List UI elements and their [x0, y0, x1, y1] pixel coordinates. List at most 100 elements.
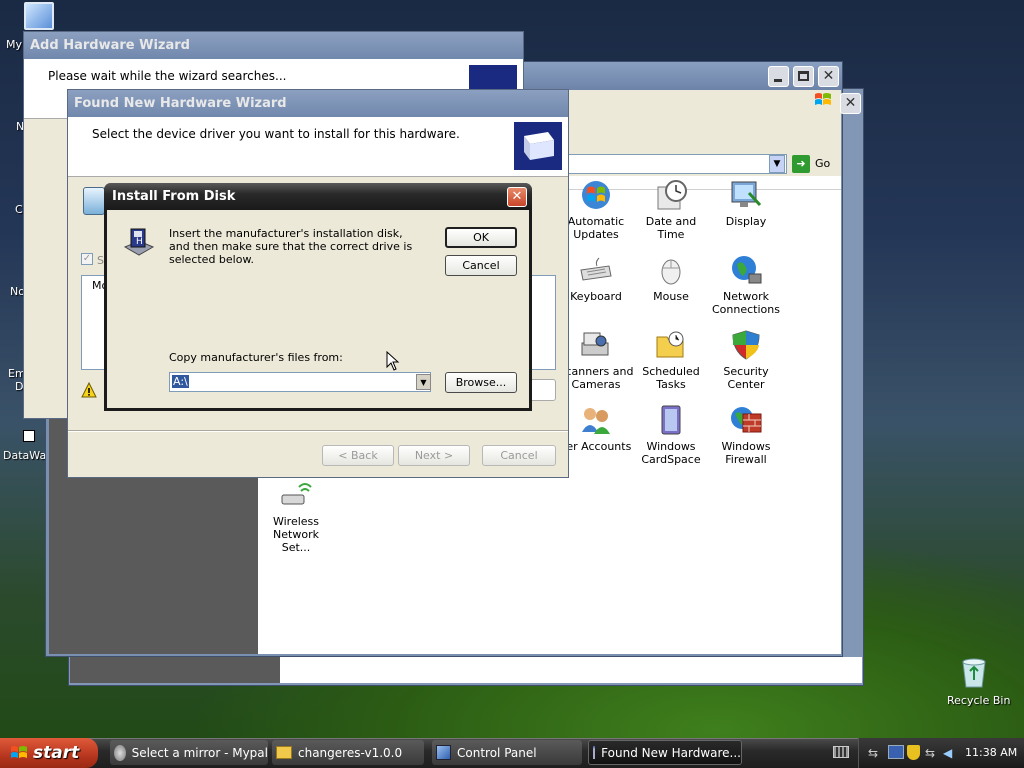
back-button[interactable]: < Back — [322, 445, 394, 466]
cp-item-date-time[interactable]: Date and Time — [633, 179, 709, 241]
desktop-label-c[interactable]: C — [15, 203, 23, 216]
cp-item-cardspace[interactable]: Windows CardSpace — [633, 404, 709, 466]
start-button[interactable]: start — [0, 738, 98, 768]
background-window-bottom-white — [280, 657, 862, 683]
wizard-cancel-button[interactable]: Cancel — [482, 445, 556, 466]
folder-icon — [276, 746, 292, 759]
close-button[interactable]: ✕ — [818, 66, 839, 87]
datawa-shortcut-icon[interactable] — [23, 430, 35, 442]
clock[interactable]: 11:38 AM — [965, 746, 1017, 759]
cp-item-label: Scanners and Cameras — [558, 365, 634, 391]
compatible-checkbox-label: S — [97, 254, 104, 267]
network-2-tray-icon[interactable]: ⇆ — [925, 746, 941, 760]
network-globe-icon — [729, 254, 763, 286]
recycle-bin-label[interactable]: Recycle Bin — [947, 694, 1010, 707]
keyboard-tray-icon[interactable] — [833, 746, 849, 758]
install-from-disk-titlebar: Install From Disk ✕ — [104, 183, 532, 210]
security-shield-tray-icon[interactable] — [907, 745, 920, 760]
firewall-icon — [729, 404, 763, 436]
cp-item-label: Wireless Network Set... — [272, 515, 320, 554]
path-combobox[interactable]: A:\ ▼ — [169, 372, 431, 392]
cp-item-label: Mouse — [653, 290, 689, 303]
browser-icon — [114, 744, 126, 761]
control-panel-icon — [436, 745, 451, 760]
wizard-divider — [68, 430, 568, 432]
cp-item-label: Keyboard — [570, 290, 622, 303]
install-message: Insert the manufacturer's installation d… — [169, 227, 413, 266]
cp-item-display[interactable]: Display — [708, 179, 784, 228]
cp-item-security-center[interactable]: Security Center — [708, 329, 784, 391]
ok-button[interactable]: OK — [445, 227, 517, 248]
path-dropdown-button[interactable]: ▼ — [416, 374, 431, 390]
network-tray-icon[interactable]: ⇆ — [868, 746, 884, 760]
cardspace-icon — [654, 404, 688, 436]
taskbar-button-mypal[interactable]: Select a mirror - Mypal — [110, 740, 268, 765]
svg-text:H: H — [136, 237, 143, 247]
scheduled-tasks-icon — [654, 329, 688, 361]
taskbar-button-found-hardware[interactable]: Found New Hardware... — [588, 740, 742, 765]
taskbar-button-label: changeres-v1.0.0 — [298, 745, 403, 760]
cp-item-label: ser Accounts — [560, 440, 632, 453]
path-value: A:\ — [172, 375, 189, 388]
cp-item-label: Automatic Updates — [567, 215, 625, 241]
browse-button[interactable]: Browse... — [445, 372, 517, 393]
windows-flag-icon — [579, 179, 613, 211]
next-button[interactable]: Next > — [398, 445, 470, 466]
desktop-label-my[interactable]: My — [6, 38, 22, 51]
taskbar-button-changeres[interactable]: changeres-v1.0.0 — [272, 740, 424, 765]
my-computer-icon[interactable] — [24, 2, 54, 30]
mouse-icon — [654, 254, 688, 286]
taskbar-button-label: Control Panel — [457, 745, 537, 760]
minimize-button[interactable] — [768, 66, 789, 87]
go-button[interactable]: Go — [815, 157, 830, 170]
maximize-button[interactable] — [793, 66, 814, 87]
cp-item-user-accounts[interactable]: ser Accounts — [558, 404, 634, 453]
mouse-cursor-icon — [386, 350, 400, 371]
copy-files-label: Copy manufacturer's files from: — [169, 351, 343, 364]
device-icon — [83, 187, 105, 215]
cp-item-keyboard[interactable]: Keyboard — [558, 254, 634, 303]
taskbar-button-label: Found New Hardware... — [601, 745, 741, 760]
cp-item-scanners[interactable]: Scanners and Cameras — [558, 329, 634, 391]
scanner-icon — [579, 329, 613, 361]
wireless-icon — [279, 479, 313, 511]
install-from-disk-dialog: Install From Disk ✕ H Insert the manufac… — [104, 183, 532, 411]
cp-item-label: Security Center — [723, 365, 769, 391]
cp-item-firewall[interactable]: Windows Firewall — [708, 404, 784, 466]
cp-item-mouse[interactable]: Mouse — [633, 254, 709, 303]
cp-item-wireless[interactable]: Wireless Network Set... — [258, 479, 334, 554]
install-from-disk-title: Install From Disk — [112, 189, 236, 204]
shield-icon — [729, 329, 763, 361]
display-tray-icon[interactable] — [888, 745, 904, 759]
cp-item-automatic-updates[interactable]: Automatic Updates — [558, 179, 634, 241]
taskbar-button-label: Select a mirror - Mypal — [131, 745, 268, 760]
found-hardware-titlebar: Found New Hardware Wizard — [68, 90, 568, 117]
display-icon — [729, 179, 763, 211]
taskbar-button-control-panel[interactable]: Control Panel — [432, 740, 582, 765]
dialog-close-button[interactable]: ✕ — [507, 187, 527, 207]
cp-item-label: Scheduled Tasks — [642, 365, 700, 391]
compatible-checkbox[interactable]: ✓ — [81, 253, 93, 265]
dialog-cancel-button[interactable]: Cancel — [445, 255, 517, 276]
found-hardware-header: Select the device driver you want to ins… — [68, 117, 568, 177]
found-hardware-header-text: Select the device driver you want to ins… — [92, 127, 460, 141]
go-arrow-icon[interactable]: ➜ — [792, 155, 810, 173]
address-dropdown-button[interactable]: ▼ — [769, 155, 785, 173]
warning-icon — [81, 381, 97, 398]
floppy-disk-icon: H — [121, 225, 155, 259]
hardware-wizard-icon — [513, 121, 563, 171]
desktop-label-datawa[interactable]: DataWa — [3, 449, 46, 462]
windows-start-logo-icon — [10, 744, 28, 762]
keyboard-icon — [579, 254, 613, 286]
cp-item-network[interactable]: Network Connections — [708, 254, 784, 316]
add-hardware-message: Please wait while the wizard searches... — [48, 69, 287, 83]
cp-item-label: Windows CardSpace — [641, 440, 701, 466]
recycle-bin-icon[interactable] — [960, 656, 988, 688]
start-label: start — [33, 743, 80, 763]
background-window-close[interactable]: ✕ — [840, 93, 861, 114]
cp-item-scheduled-tasks[interactable]: Scheduled Tasks — [633, 329, 709, 391]
volume-tray-icon[interactable]: ◀ — [943, 746, 957, 760]
found-hardware-title: Found New Hardware Wizard — [74, 96, 287, 111]
windows-logo-icon — [814, 92, 832, 108]
cp-item-label: Date and Time — [645, 215, 697, 241]
